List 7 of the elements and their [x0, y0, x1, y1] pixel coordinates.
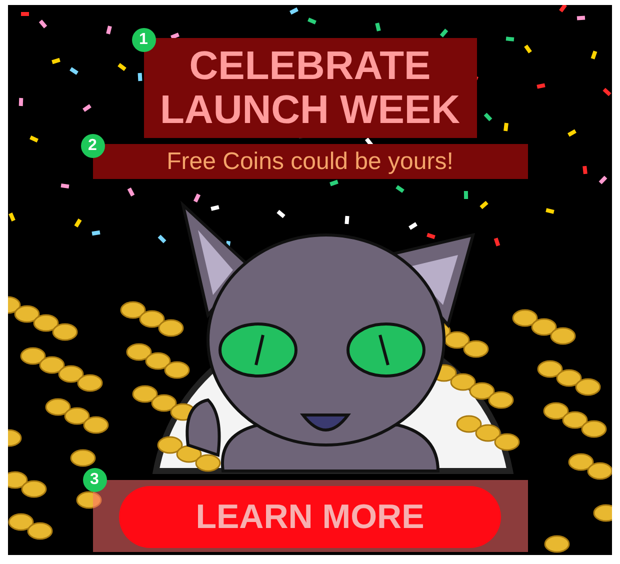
learn-more-button[interactable]: LEARN MORE [119, 486, 501, 548]
marker-badge: 1 [132, 28, 156, 52]
headline: CELEBRATE [189, 44, 431, 88]
headline: LAUNCH WEEK [160, 88, 460, 132]
marker-badge: 2 [80, 134, 104, 158]
subheadline-text: Free Coins could be yours! [166, 148, 454, 176]
marker-badge: 3 [82, 468, 106, 492]
